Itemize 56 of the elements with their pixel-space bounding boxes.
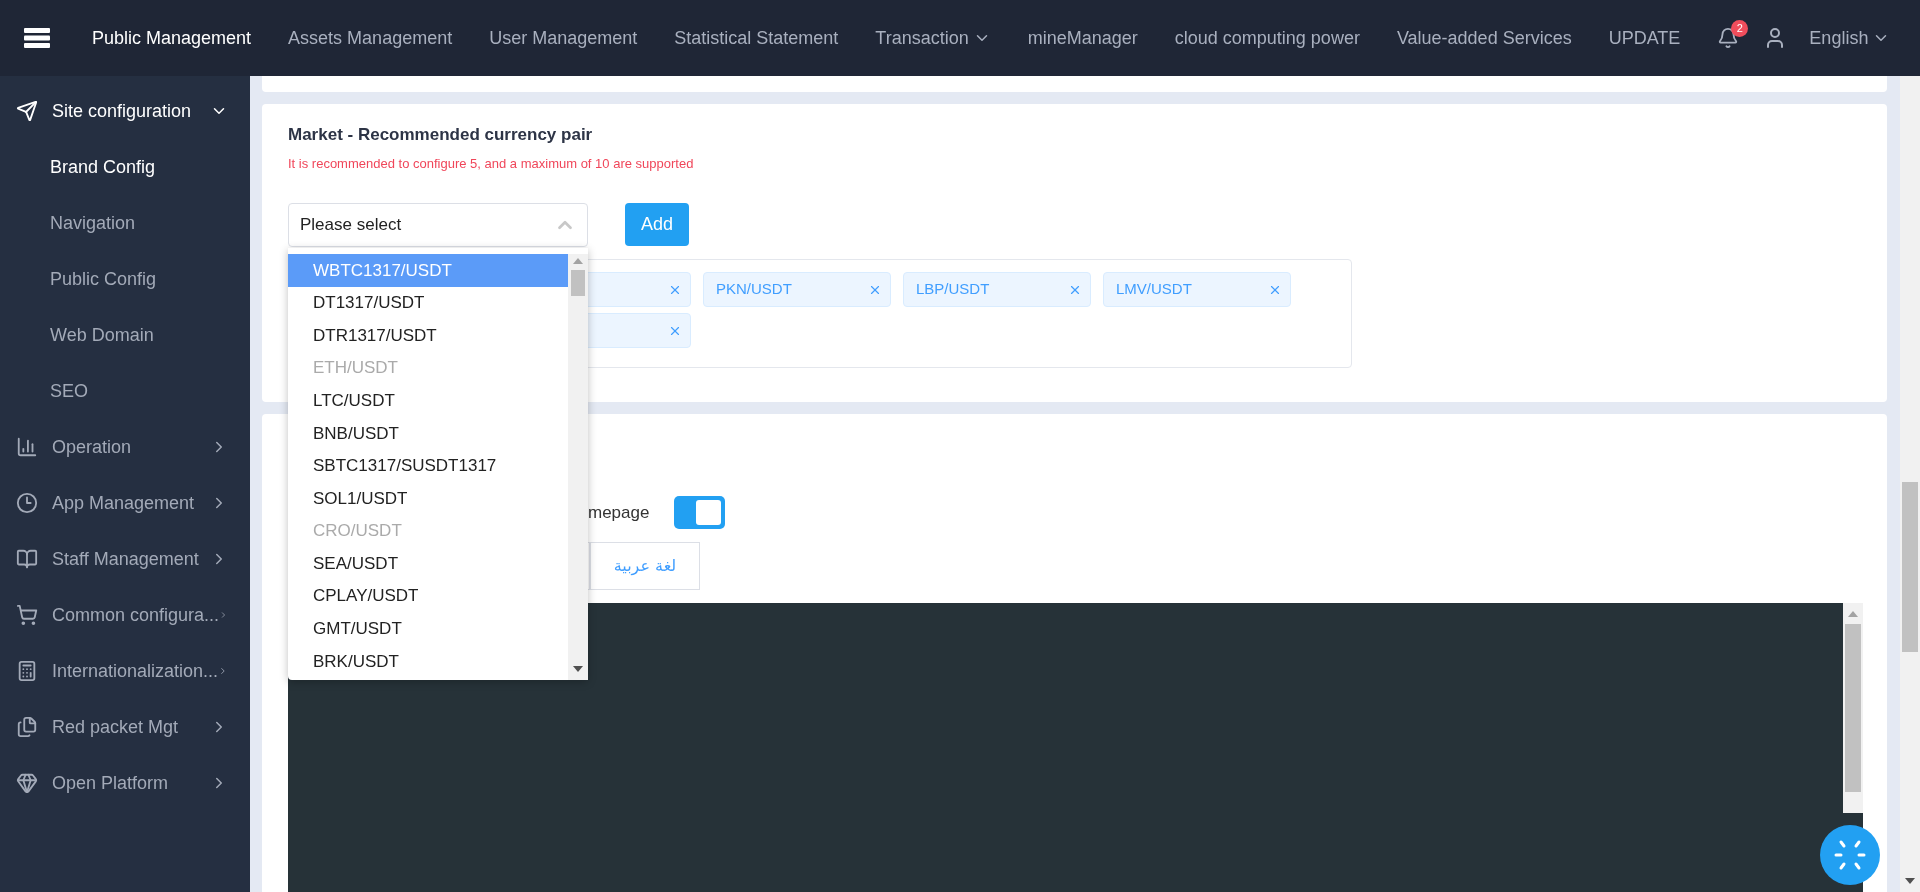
notification-badge: 2 <box>1731 20 1749 37</box>
dropdown-option[interactable]: BRK/USDT <box>288 645 568 678</box>
sidebar-subitem[interactable]: SEO <box>0 363 250 419</box>
gem-icon <box>16 772 38 794</box>
book-icon <box>16 548 38 570</box>
calculator-icon <box>16 660 38 682</box>
nav-link[interactable]: Value-added Services <box>1396 24 1572 52</box>
scrollbar[interactable] <box>1843 603 1863 813</box>
tag: LMV/USDT <box>1103 272 1291 307</box>
nav-link[interactable]: Statistical Statement <box>674 24 839 52</box>
sidebar-item[interactable]: Common configura... <box>0 587 250 643</box>
bar-chart-icon <box>16 436 38 458</box>
nav-link[interactable]: UPDATE <box>1608 24 1681 52</box>
section-title: Market - Recommended currency pair <box>288 124 594 146</box>
sidebar-item[interactable]: App Management <box>0 475 250 531</box>
sidebar-item[interactable]: Red packet Mgt <box>0 699 250 755</box>
page-scrollbar[interactable] <box>1900 76 1920 892</box>
nav-link[interactable]: Public Management <box>92 24 252 52</box>
toggle-switch[interactable] <box>674 496 726 529</box>
nav-link[interactable]: User Management <box>489 24 638 52</box>
dropdown-option[interactable]: SOL1/USDT <box>288 482 568 515</box>
sidebar-item[interactable]: Site configuration <box>0 83 250 139</box>
dropdown-option[interactable]: GMT/USDT <box>288 612 568 646</box>
files-icon <box>16 716 38 738</box>
tag: LBP/USDT <box>903 272 1091 307</box>
send-icon <box>16 100 38 122</box>
hint-text: It is recommended to configure 5, and a maximum of 10 are supported <box>288 154 695 173</box>
sidebar-item[interactable]: Internationalization... <box>0 643 250 699</box>
nav-link[interactable]: Assets Management <box>288 24 453 52</box>
tag: PKN/USDT <box>703 272 891 307</box>
sidebar-subitem[interactable]: Brand Config <box>0 139 250 195</box>
sidebar-item[interactable]: Staff Management <box>0 531 250 587</box>
switch-label: mepage <box>588 501 650 524</box>
nav-link[interactable]: Transaction <box>875 24 991 52</box>
dropdown-option[interactable]: LTC/USDT <box>288 384 568 417</box>
sidebar-subitem[interactable]: Navigation <box>0 195 250 251</box>
scatter-icon <box>1833 838 1867 872</box>
nav-link[interactable]: mineManager <box>1027 24 1138 52</box>
dropdown-option[interactable]: DTR1317/USDT <box>288 319 568 352</box>
cart-icon <box>16 604 38 626</box>
sidebar-item[interactable]: Operation <box>0 419 250 475</box>
dropdown-option[interactable]: BNB/USDT <box>288 416 568 450</box>
sidebar-subitem[interactable]: Public Config <box>0 251 250 307</box>
dropdown-option[interactable]: CPLAY/USDT <box>288 579 568 613</box>
sidebar-item[interactable]: Open Platform <box>0 755 250 811</box>
dropdown-option[interactable]: SBTC1317/SUSDT1317 <box>288 449 568 483</box>
clock-icon <box>16 492 38 514</box>
code-editor[interactable] <box>288 603 1863 892</box>
nav-link[interactable]: cloud computing power <box>1174 24 1360 52</box>
dropdown-option[interactable]: SEA/USDT <box>288 547 568 580</box>
select-field[interactable]: Please select <box>288 203 588 247</box>
language-dropdown[interactable]: English <box>1809 24 1891 52</box>
sidebar-subitem[interactable]: Web Domain <box>0 307 250 363</box>
dropdown-option[interactable]: DT1317/USDT <box>288 286 568 320</box>
scrollbar[interactable] <box>568 254 588 680</box>
menu-icon[interactable] <box>24 28 50 48</box>
